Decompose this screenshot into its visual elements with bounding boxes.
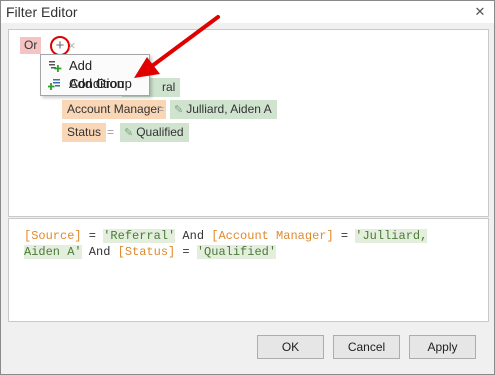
condition-value[interactable]: ✎ Julliard, Aiden A <box>170 100 277 119</box>
ok-button[interactable]: OK <box>257 335 324 359</box>
expression-token: = <box>81 229 104 243</box>
apply-button[interactable]: Apply <box>409 335 476 359</box>
add-group-icon <box>48 79 60 90</box>
add-condition-icon <box>49 61 62 72</box>
expression-token: = <box>175 245 197 259</box>
condition-value[interactable]: ✎ Qualified <box>120 123 189 142</box>
menu-item-add-group[interactable]: Add Group <box>41 75 149 93</box>
expression-panel[interactable]: [Source] = 'Referral' And [Account Manag… <box>8 218 489 322</box>
condition-field[interactable]: Status <box>62 123 107 142</box>
menu-item-add-condition[interactable]: Add Condition <box>41 57 149 91</box>
filter-expression-text[interactable]: [Source] = 'Referral' And [Account Manag… <box>24 228 464 260</box>
expression-token: = <box>333 229 356 243</box>
group-operator-chip[interactable]: Or <box>20 37 42 54</box>
expression-token: [Source] <box>24 229 82 243</box>
pencil-icon: ✎ <box>174 104 184 116</box>
condition-field[interactable]: Account Manager <box>62 100 167 119</box>
menu-item-label: Add Group <box>69 76 132 91</box>
close-icon[interactable]: ✕ <box>472 4 488 20</box>
expression-token: [Status] <box>117 245 176 259</box>
filter-tree-panel: Or + × ral Account Manager = ✎ Julliard, … <box>8 29 489 217</box>
condition-row-status: Status = ✎ Qualified <box>62 123 202 142</box>
title-bar: Filter Editor ✕ <box>1 1 494 23</box>
remove-icon[interactable]: × <box>68 37 76 54</box>
pencil-icon: ✎ <box>124 127 134 139</box>
expression-token: [Account Manager] <box>211 229 334 243</box>
window-title: Filter Editor <box>6 4 78 20</box>
expression-token: 'Qualified' <box>196 245 277 259</box>
add-icon[interactable]: + <box>50 36 70 56</box>
add-context-menu: Add Condition Add Group <box>40 54 150 96</box>
filter-editor-window: Filter Editor ✕ Or + × ral Account Manag… <box>0 0 495 375</box>
cancel-button[interactable]: Cancel <box>333 335 400 359</box>
condition-operator[interactable]: = <box>157 100 164 119</box>
expression-token: And <box>175 229 212 243</box>
expression-token: 'Referral' <box>103 229 176 243</box>
expression-token: And <box>81 245 118 259</box>
condition-operator[interactable]: = <box>107 123 114 142</box>
condition-row-account-manager: Account Manager = ✎ Julliard, Aiden A <box>62 100 292 119</box>
